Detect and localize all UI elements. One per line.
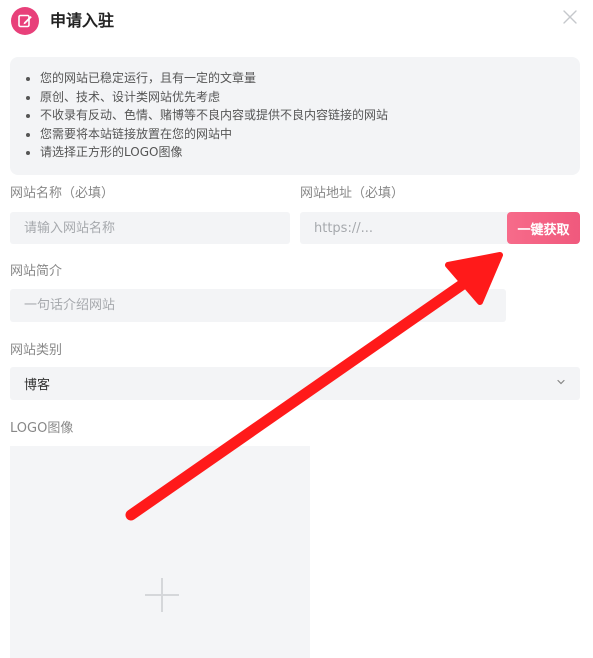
site-name-input[interactable] [10,212,290,244]
notice-item: 请选择正方形的LOGO图像 [40,143,570,162]
site-intro-input[interactable] [10,289,506,322]
notice-item: 您需要将本站链接放置在您的网站中 [40,125,570,144]
site-category-value: 博客 [24,378,51,393]
site-url-label: 网站地址（必填） [300,186,405,201]
close-icon[interactable] [561,8,579,26]
notice-item: 不收录有反动、色情、赌博等不良内容或提供不良内容链接的网站 [40,106,570,125]
dialog-title: 申请入驻 [50,11,115,30]
notice-list: 您的网站已稳定运行，且有一定的文章量 原创、技术、设计类网站优先考虑 不收录有反… [20,69,570,162]
fetch-button[interactable]: 一键获取 [507,212,580,244]
site-name-label: 网站名称（必填） [10,186,115,201]
apply-dialog: 申请入驻 您的网站已稳定运行，且有一定的文章量 原创、技术、设计类网站优先考虑 … [0,0,593,658]
chevron-down-icon [556,376,566,391]
site-category-label: 网站类别 [10,343,63,358]
notice-box: 您的网站已稳定运行，且有一定的文章量 原创、技术、设计类网站优先考虑 不收录有反… [10,57,580,175]
edit-icon [11,7,39,35]
logo-upload-area[interactable] [10,446,310,658]
plus-icon [145,578,179,612]
notice-item: 原创、技术、设计类网站优先考虑 [40,88,570,107]
site-intro-label: 网站简介 [10,264,63,279]
logo-label: LOGO图像 [10,421,74,436]
notice-item: 您的网站已稳定运行，且有一定的文章量 [40,69,570,88]
site-url-input[interactable] [300,212,510,244]
site-category-select[interactable]: 博客 [10,367,580,400]
